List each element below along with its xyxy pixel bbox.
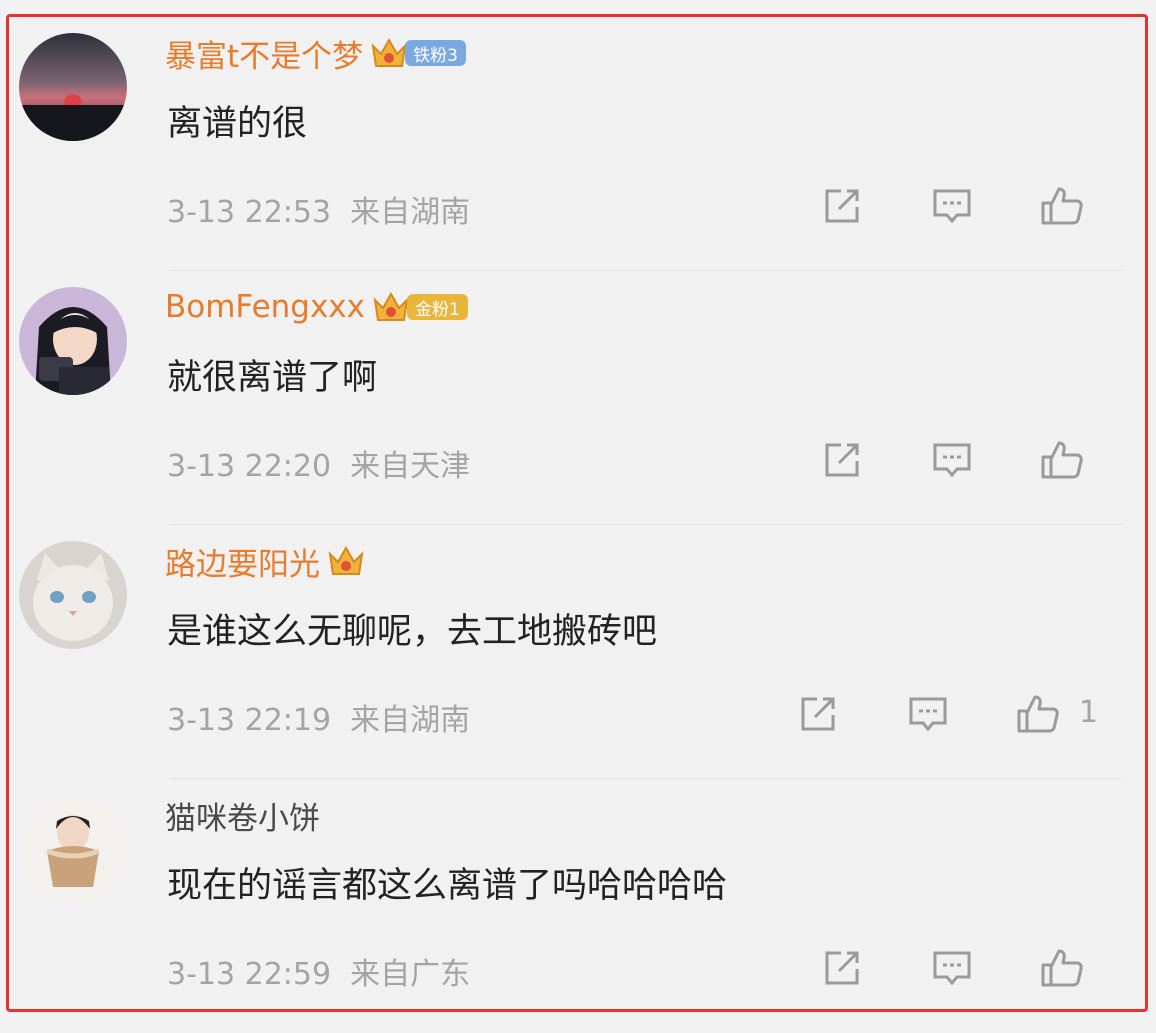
comment-text: 现在的谣言都这么离谱了吗哈哈哈哈 <box>167 866 728 906</box>
thumbs-up-icon[interactable] <box>1015 691 1061 737</box>
comment-meta: 3-13 22:59 来自广东 <box>167 949 470 993</box>
like-count: 1 <box>1079 695 1099 730</box>
username[interactable]: BomFengxxx <box>165 289 365 325</box>
comment-icon[interactable] <box>929 437 975 483</box>
comment-item: 暴富t不是个梦 铁粉3 离谱的很 3-13 22:53 来自湖南 <box>9 17 1145 271</box>
comment-list: 暴富t不是个梦 铁粉3 离谱的很 3-13 22:53 来自湖南 BomFeng… <box>6 14 1148 1012</box>
comment-location: 来自天津 <box>350 449 471 484</box>
share-icon[interactable] <box>819 437 865 483</box>
user-avatar[interactable] <box>19 33 127 141</box>
comment-text: 是谁这么无聊呢，去工地搬砖吧 <box>167 612 658 652</box>
comment-location: 来自广东 <box>350 957 471 992</box>
thumbs-up-icon[interactable] <box>1039 945 1085 991</box>
share-icon[interactable] <box>795 691 841 737</box>
thumbs-up-icon[interactable] <box>1039 437 1085 483</box>
share-icon[interactable] <box>819 945 865 991</box>
comment-item: 猫咪卷小饼 现在的谣言都这么离谱了吗哈哈哈哈 3-13 22:59 来自广东 <box>9 779 1145 1033</box>
comment-item: BomFengxxx 金粉1 就很离谱了啊 3-13 22:20 来自天津 <box>9 271 1145 525</box>
comment-text: 离谱的很 <box>167 104 308 144</box>
user-avatar[interactable] <box>19 541 127 649</box>
fan-level-badge: 金粉1 <box>407 294 468 320</box>
username[interactable]: 猫咪卷小饼 <box>165 793 320 838</box>
comment-icon[interactable] <box>929 945 975 991</box>
fan-level-badge: 铁粉3 <box>405 40 466 66</box>
thumbs-up-icon[interactable] <box>1039 183 1085 229</box>
comment-icon[interactable] <box>929 183 975 229</box>
share-icon[interactable] <box>819 183 865 229</box>
comment-time: 3-13 22:53 <box>167 195 332 230</box>
comment-time: 3-13 22:20 <box>167 449 332 484</box>
comment-time: 3-13 22:59 <box>167 957 332 992</box>
comment-meta: 3-13 22:20 来自天津 <box>167 441 470 485</box>
comment-location: 来自湖南 <box>350 195 471 230</box>
comment-text: 就很离谱了啊 <box>167 358 378 398</box>
crown-icon <box>373 291 409 321</box>
comment-icon[interactable] <box>905 691 951 737</box>
user-avatar[interactable] <box>19 795 127 903</box>
comment-meta: 3-13 22:19 来自湖南 <box>167 695 470 739</box>
username[interactable]: 路边要阳光 <box>165 539 320 584</box>
crown-icon <box>371 37 407 67</box>
comment-time: 3-13 22:19 <box>167 703 332 738</box>
comment-location: 来自湖南 <box>350 703 471 738</box>
username[interactable]: 暴富t不是个梦 <box>165 31 363 76</box>
crown-icon <box>328 545 364 575</box>
user-avatar[interactable] <box>19 287 127 395</box>
comment-meta: 3-13 22:53 来自湖南 <box>167 187 470 231</box>
comment-item: 路边要阳光 是谁这么无聊呢，去工地搬砖吧 3-13 22:19 来自湖南 1 <box>9 525 1145 779</box>
